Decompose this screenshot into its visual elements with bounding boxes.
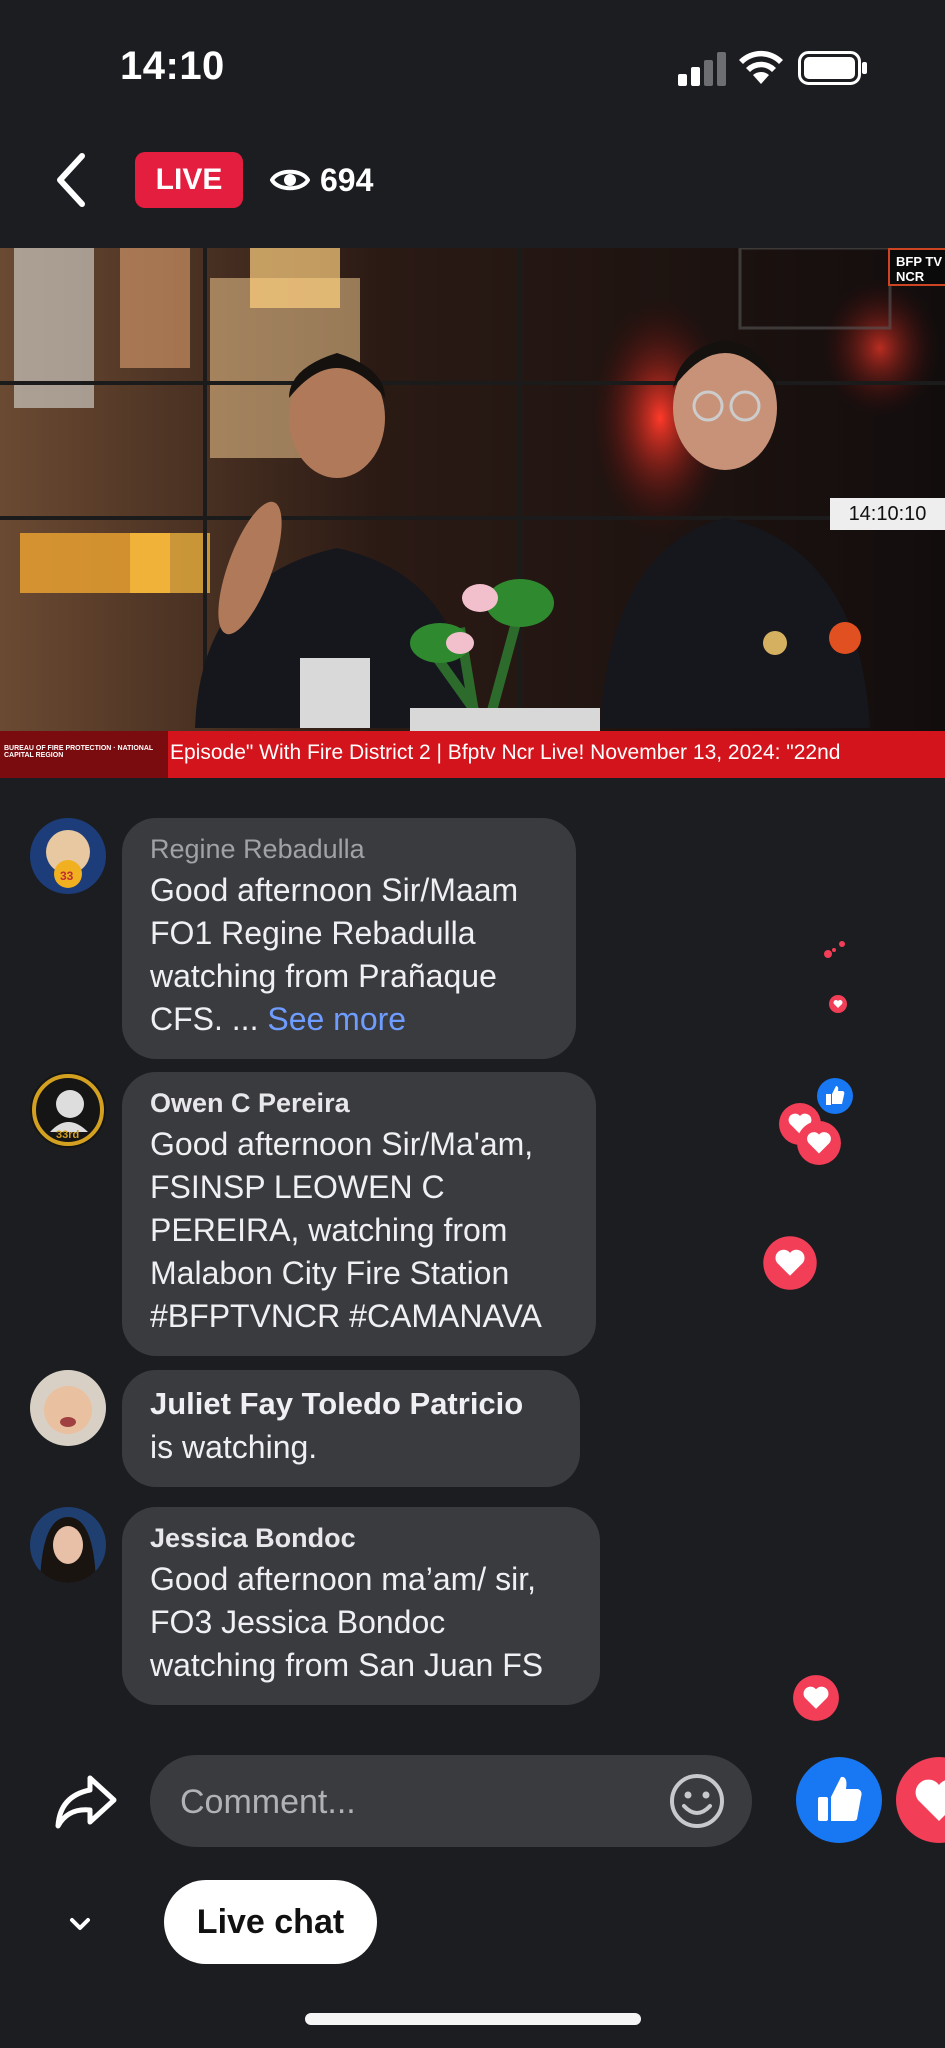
comment-text: Good afternoon Sir/Maam FO1 Regine Rebad… [150, 872, 519, 1037]
comment-author[interactable]: Juliet Fay Toledo Patricio [150, 1386, 550, 1422]
comment-input[interactable] [178, 1771, 642, 1833]
status-time: 14:10 [120, 44, 225, 88]
live-video-player[interactable]: BFP TV NCR BUREAU OF FIRE PROTECTION · N… [0, 248, 945, 778]
eye-icon [270, 169, 310, 191]
avatar[interactable]: 33 [30, 818, 106, 894]
comment-text: Good afternoon ma’am/ sir, FO3 Jessica B… [150, 1561, 544, 1683]
live-chat-button[interactable]: Live chat [164, 1880, 377, 1964]
live-badge: LIVE [135, 152, 243, 208]
see-more-link[interactable]: See more [267, 1001, 406, 1037]
cellular-signal-icon [678, 52, 726, 86]
video-frame [0, 248, 945, 778]
broadcast-clock: 14:10:10 [830, 498, 945, 530]
comment-author[interactable]: Jessica Bondoc [150, 1523, 570, 1554]
svg-text:33: 33 [60, 869, 74, 883]
news-ticker: BUREAU OF FIRE PROTECTION · NATIONAL CAP… [0, 731, 945, 778]
heart-reaction-icon [793, 1675, 839, 1721]
wifi-icon [739, 50, 783, 84]
heart-icon [915, 1779, 945, 1821]
comment-author[interactable]: Owen C Pereira [150, 1088, 566, 1119]
bfp-ticker-logo: BUREAU OF FIRE PROTECTION · NATIONAL CAP… [0, 731, 168, 778]
thumbs-up-icon [818, 1776, 862, 1821]
emoji-icon[interactable] [668, 1772, 726, 1830]
comment-bubble[interactable]: Jessica Bondoc Good afternoon ma’am/ sir… [122, 1507, 600, 1705]
heart-reaction-icon [824, 941, 845, 958]
share-button[interactable] [54, 1772, 118, 1832]
heart-reaction-icon [763, 1236, 817, 1290]
avatar[interactable] [30, 1370, 106, 1446]
avatar[interactable]: 33rd [30, 1072, 106, 1148]
heart-reaction-icon [829, 995, 847, 1013]
home-indicator[interactable] [305, 2013, 641, 2025]
comment-text: Good afternoon Sir/Ma'am, FSINSP LEOWEN … [150, 1126, 542, 1334]
viewer-count: 694 [270, 158, 373, 202]
love-reaction-button[interactable] [896, 1757, 945, 1843]
comment-text: is watching. [150, 1429, 318, 1465]
comment-bubble[interactable]: Owen C Pereira Good afternoon Sir/Ma'am,… [122, 1072, 596, 1356]
comment-bubble[interactable]: Juliet Fay Toledo Patricio is watching. [122, 1370, 580, 1487]
heart-reaction-icon [797, 1121, 841, 1165]
battery-icon [798, 51, 867, 85]
back-button[interactable] [48, 148, 96, 212]
comment-author[interactable]: Regine Rebadulla [150, 834, 546, 865]
avatar[interactable] [30, 1507, 106, 1583]
status-bar: 14:10 [0, 0, 945, 140]
comment-bubble[interactable]: Regine Rebadulla Good afternoon Sir/Maam… [122, 818, 576, 1059]
chevron-down-icon[interactable] [62, 1906, 98, 1942]
channel-logo: BFP TV NCR [888, 248, 945, 286]
viewer-count-value: 694 [320, 161, 374, 198]
like-reaction-button[interactable] [796, 1757, 882, 1843]
ticker-text: Episode" With Fire District 2 | Bfptv Nc… [170, 741, 841, 764]
svg-text:33rd: 33rd [56, 1129, 79, 1141]
